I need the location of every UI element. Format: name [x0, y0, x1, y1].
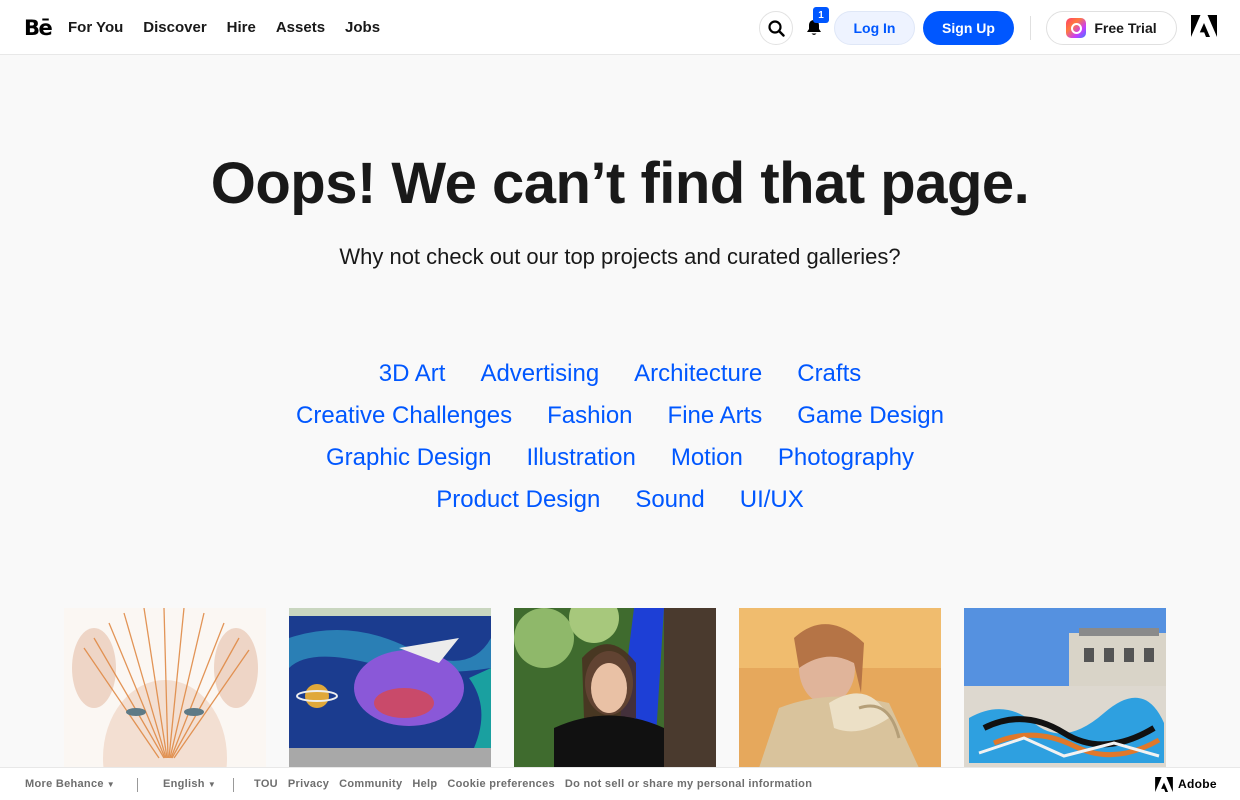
- project-thumbnail: [739, 608, 941, 768]
- category-photography[interactable]: Photography: [778, 444, 914, 472]
- gallery-tile-face-with-strings[interactable]: [64, 608, 266, 768]
- language-dropdown[interactable]: English ▼: [163, 778, 216, 790]
- category-row: Graphic Design Illustration Motion Photo…: [0, 437, 1240, 479]
- footer-link-cookie-preferences[interactable]: Cookie preferences: [447, 778, 555, 790]
- footer-adobe-link[interactable]: Adobe: [1155, 776, 1217, 792]
- category-product-design[interactable]: Product Design: [436, 486, 600, 514]
- gallery-tile-graffiti-mural[interactable]: [289, 608, 491, 768]
- project-thumbnail: [64, 608, 266, 768]
- search-button[interactable]: [759, 11, 793, 45]
- nav-assets[interactable]: Assets: [276, 19, 325, 36]
- login-button[interactable]: Log In: [834, 11, 915, 45]
- caret-down-icon: ▼: [106, 780, 116, 789]
- free-trial-button[interactable]: Free Trial: [1046, 11, 1177, 45]
- more-behance-dropdown[interactable]: More Behance ▼: [25, 778, 115, 790]
- footer-divider: [137, 778, 138, 792]
- search-icon: [767, 19, 785, 37]
- category-sound[interactable]: Sound: [635, 486, 704, 514]
- category-links: 3D Art Advertising Architecture Crafts C…: [0, 353, 1240, 521]
- category-game-design[interactable]: Game Design: [797, 402, 944, 430]
- header-divider: [1030, 16, 1031, 40]
- footer-links: TOU Privacy Community Help Cookie prefer…: [254, 778, 812, 790]
- category-illustration[interactable]: Illustration: [526, 444, 635, 472]
- category-crafts[interactable]: Crafts: [797, 360, 861, 388]
- gallery-tile-graffiti-wall-building[interactable]: [964, 608, 1166, 768]
- category-row: 3D Art Advertising Architecture Crafts: [0, 353, 1240, 395]
- notification-badge: 1: [813, 7, 829, 23]
- project-thumbnail: [964, 608, 1166, 768]
- category-graphic-design[interactable]: Graphic Design: [326, 444, 491, 472]
- top-header: Bē For You Discover Hire Assets Jobs 1 L…: [0, 0, 1240, 55]
- gallery-tile-woman-blue-glove[interactable]: [514, 608, 716, 768]
- page-subtitle: Why not check out our top projects and c…: [339, 244, 901, 269]
- footer-link-help[interactable]: Help: [412, 778, 437, 790]
- nav-jobs[interactable]: Jobs: [345, 19, 380, 36]
- footer-link-privacy[interactable]: Privacy: [288, 778, 329, 790]
- free-trial-label: Free Trial: [1094, 20, 1157, 36]
- category-fine-arts[interactable]: Fine Arts: [668, 402, 763, 430]
- category-creative-challenges[interactable]: Creative Challenges: [296, 402, 512, 430]
- category-fashion[interactable]: Fashion: [547, 402, 632, 430]
- footer-divider: [233, 778, 234, 792]
- category-architecture[interactable]: Architecture: [634, 360, 762, 388]
- footer-link-tou[interactable]: TOU: [254, 778, 278, 790]
- category-ui-ux[interactable]: UI/UX: [740, 486, 804, 514]
- category-motion[interactable]: Motion: [671, 444, 743, 472]
- more-behance-label: More Behance: [25, 778, 104, 790]
- adobe-logo-icon[interactable]: [1191, 15, 1217, 37]
- signup-button[interactable]: Sign Up: [923, 11, 1014, 45]
- behance-logo[interactable]: Bē: [24, 16, 53, 40]
- gallery-tile-woman-silk-blouse[interactable]: [739, 608, 941, 768]
- nav-discover[interactable]: Discover: [143, 19, 206, 36]
- footer: More Behance ▼ English ▼ TOU Privacy Commu…: [0, 767, 1240, 800]
- nav-for-you[interactable]: For You: [68, 19, 123, 36]
- nav-hire[interactable]: Hire: [227, 19, 256, 36]
- page-title: Oops! We can’t find that page.: [210, 151, 1030, 216]
- adobe-label: Adobe: [1178, 777, 1217, 791]
- adobe-icon: [1155, 776, 1173, 792]
- footer-link-do-not-sell[interactable]: Do not sell or share my personal informa…: [565, 778, 812, 790]
- project-thumbnail: [514, 608, 716, 768]
- language-label: English: [163, 778, 205, 790]
- category-row: Product Design Sound UI/UX: [0, 479, 1240, 521]
- category-row: Creative Challenges Fashion Fine Arts Ga…: [0, 395, 1240, 437]
- footer-link-community[interactable]: Community: [339, 778, 402, 790]
- main-nav: For You Discover Hire Assets Jobs: [68, 0, 380, 55]
- project-thumbnail: [289, 608, 491, 768]
- project-gallery: [64, 608, 1166, 768]
- creative-cloud-icon: [1066, 18, 1087, 38]
- caret-down-icon: ▼: [207, 780, 217, 789]
- category-advertising[interactable]: Advertising: [480, 360, 599, 388]
- category-3d-art[interactable]: 3D Art: [379, 360, 446, 388]
